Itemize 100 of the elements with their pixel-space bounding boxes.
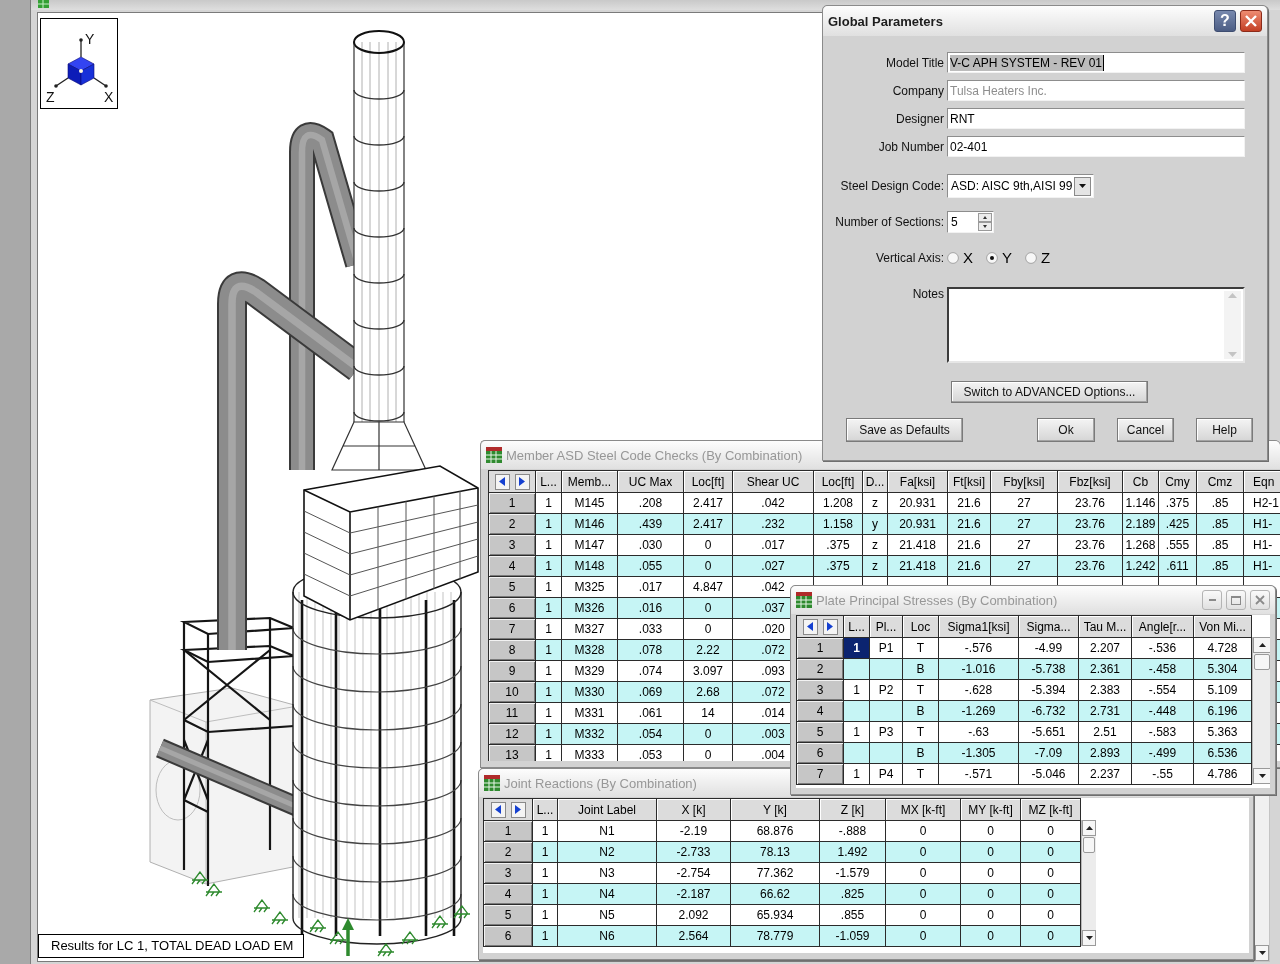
- column-header[interactable]: Loc[ft]: [683, 470, 733, 493]
- scroll-down-button[interactable]: [1253, 768, 1270, 784]
- column-header[interactable]: Memb...: [561, 470, 618, 493]
- radio-button[interactable]: [1025, 252, 1038, 264]
- field-label: Designer: [895, 111, 944, 126]
- column-header[interactable]: Von Mi...: [1193, 615, 1252, 638]
- column-header[interactable]: L...: [532, 798, 558, 821]
- vertical-scrollbar[interactable]: [1081, 820, 1096, 946]
- column-header[interactable]: Tau M...: [1078, 615, 1132, 638]
- scroll-left-button[interactable]: [802, 618, 818, 635]
- sections-spinner[interactable]: 5: [947, 211, 994, 233]
- maximize-icon: [1231, 595, 1241, 605]
- scrollbar-thumb[interactable]: [1083, 837, 1095, 853]
- row-number: 7: [796, 763, 844, 785]
- vertical-scrollbar[interactable]: [1252, 637, 1270, 784]
- radio-label[interactable]: Y: [1002, 249, 1013, 267]
- notes-field[interactable]: [947, 287, 1245, 363]
- app-icon: [38, 0, 49, 8]
- column-header[interactable]: Ft[ksi]: [947, 470, 991, 493]
- column-header[interactable]: X [k]: [656, 798, 731, 821]
- down-arrow-icon: [1258, 951, 1266, 955]
- up-arrow-icon: [1085, 826, 1093, 830]
- axis-label: Y: [85, 31, 95, 47]
- column-header[interactable]: Sigma...: [1018, 615, 1079, 638]
- scroll-right-button[interactable]: [510, 801, 526, 818]
- minimize-button[interactable]: [1202, 590, 1222, 610]
- right-arrow-icon: [827, 622, 833, 631]
- left-arrow-icon: [807, 622, 813, 631]
- column-header[interactable]: Z [k]: [819, 798, 886, 821]
- dialog-button[interactable]: Help: [1196, 418, 1253, 442]
- scrollbar-thumb[interactable]: [1254, 654, 1270, 670]
- down-arrow-icon: [1258, 774, 1266, 778]
- scroll-up-button[interactable]: [1253, 637, 1270, 653]
- dialog-button[interactable]: Save as Defaults: [846, 418, 963, 442]
- close-icon: [1255, 595, 1265, 605]
- column-header[interactable]: D...: [862, 470, 888, 493]
- left-arrow-icon: [495, 805, 501, 814]
- row-number: 6: [796, 742, 844, 764]
- column-header[interactable]: MY [k-ft]: [960, 798, 1021, 821]
- column-header[interactable]: Pl...: [869, 615, 903, 638]
- text-field[interactable]: RNT: [947, 108, 1245, 129]
- column-header[interactable]: L...: [535, 470, 562, 493]
- scroll-down-button[interactable]: [1082, 930, 1096, 946]
- scroll-up-button[interactable]: [1082, 820, 1096, 836]
- scroll-left-button[interactable]: [490, 801, 506, 818]
- scroll-left-button[interactable]: [494, 473, 510, 490]
- column-header[interactable]: UC Max: [617, 470, 684, 493]
- text-field[interactable]: V-C APH SYSTEM - REV 01: [947, 52, 1245, 73]
- column-header[interactable]: Fa[ksi]: [887, 470, 948, 493]
- up-arrow-icon: [1228, 293, 1237, 298]
- column-header[interactable]: Fby[ksi]: [990, 470, 1058, 493]
- row-number: 5: [796, 721, 844, 743]
- row-number: 6: [488, 597, 536, 619]
- scroll-right-button[interactable]: [822, 618, 838, 635]
- column-header[interactable]: MZ [k-ft]: [1020, 798, 1081, 821]
- scroll-down-button[interactable]: [1255, 945, 1269, 961]
- row-number: 4: [796, 700, 844, 722]
- column-header[interactable]: Angle[r...: [1131, 615, 1194, 638]
- results-label: Results for LC 1, TOTAL DEAD LOAD EM: [38, 934, 305, 958]
- column-header[interactable]: Loc[ft]: [813, 470, 863, 493]
- radio-label[interactable]: Z: [1041, 249, 1051, 267]
- column-header[interactable]: Sigma1[ksi]: [938, 615, 1019, 638]
- radio-button[interactable]: [947, 252, 959, 264]
- column-header[interactable]: Cb: [1122, 470, 1159, 493]
- field-label: Job Number: [878, 139, 944, 154]
- column-header[interactable]: Joint Label: [557, 798, 657, 821]
- support-icon: [253, 899, 271, 913]
- window-title: Member ASD Steel Code Checks (By Combination): [506, 447, 804, 463]
- maximize-button[interactable]: [1226, 590, 1246, 610]
- field-label: Notes: [912, 287, 944, 301]
- row-number: 5: [483, 904, 533, 926]
- right-arrow-icon: [515, 805, 521, 814]
- column-header[interactable]: Loc: [902, 615, 939, 638]
- steel-code-dropdown[interactable]: ASD: AISC 9th,AISI 99: [947, 174, 1094, 198]
- row-number: 1: [483, 820, 533, 842]
- field-label: Company: [892, 83, 944, 98]
- support-icon: [401, 931, 419, 945]
- advanced-options-button[interactable]: Switch to ADVANCED Options...: [951, 381, 1148, 403]
- dialog-button[interactable]: Cancel: [1117, 418, 1174, 442]
- spinner-arrows-icon: [978, 213, 992, 231]
- help-button[interactable]: ?: [1214, 10, 1236, 32]
- row-number: 1: [796, 637, 844, 659]
- radio-button[interactable]: [986, 252, 998, 264]
- field-label: Steel Design Code:: [840, 179, 944, 193]
- column-header[interactable]: Eqn: [1243, 470, 1280, 493]
- column-header[interactable]: L...: [843, 615, 870, 638]
- dialog-button[interactable]: Ok: [1037, 418, 1095, 442]
- scroll-right-button[interactable]: [514, 473, 530, 490]
- window-title: Plate Principal Stresses (By Combination): [816, 592, 1059, 608]
- column-header[interactable]: Cmy: [1158, 470, 1197, 493]
- support-icon: [205, 883, 223, 897]
- support-icon: [309, 919, 327, 933]
- column-header[interactable]: Cmz: [1196, 470, 1244, 493]
- close-button[interactable]: [1240, 10, 1262, 32]
- column-header[interactable]: Fbz[ksi]: [1057, 470, 1123, 493]
- column-header[interactable]: Y [k]: [730, 798, 820, 821]
- text-field[interactable]: 02-401: [947, 136, 1245, 157]
- radio-label[interactable]: X: [963, 249, 973, 267]
- column-header[interactable]: Shear UC: [732, 470, 814, 493]
- column-header[interactable]: MX [k-ft]: [885, 798, 961, 821]
